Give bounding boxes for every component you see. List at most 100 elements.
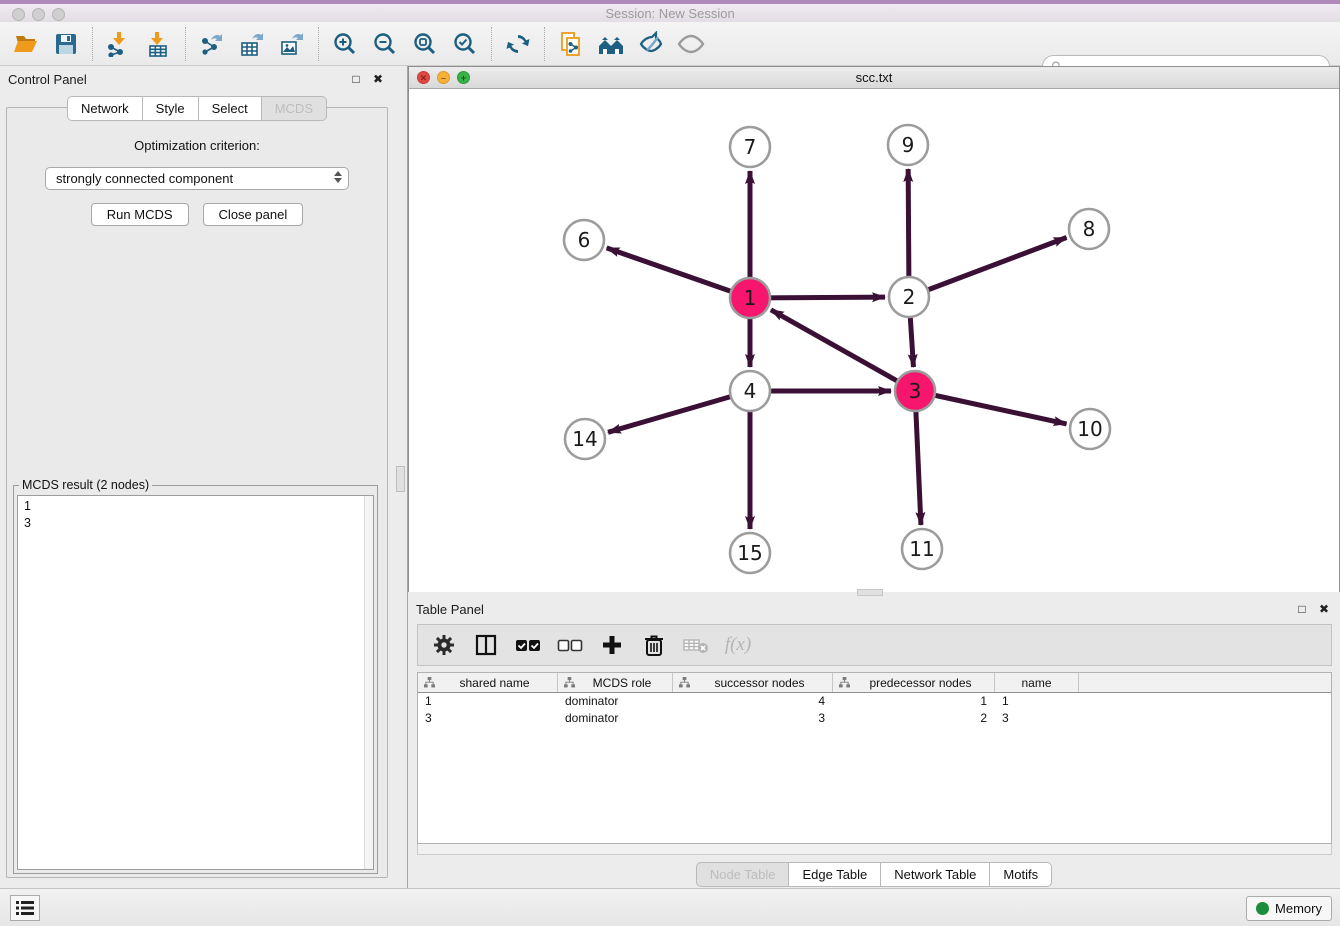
- column-header-filler: [1079, 673, 1331, 692]
- tab-mcds[interactable]: MCDS: [262, 96, 327, 121]
- select-stepper-icon: [334, 171, 342, 183]
- import-network-button[interactable]: [99, 26, 139, 62]
- graph-node-label-6: 6: [578, 228, 591, 252]
- trash-icon: [642, 633, 666, 657]
- checked-boxes-icon: [515, 633, 541, 657]
- column-header-predecessor-nodes[interactable]: predecessor nodes: [833, 673, 995, 692]
- hide-graphics-icon: [638, 31, 664, 57]
- column-header-MCDS-role[interactable]: MCDS role: [558, 673, 673, 692]
- show-panels-button[interactable]: [10, 895, 40, 921]
- table-cell[interactable]: 1: [833, 693, 995, 710]
- column-type-icon: [424, 677, 435, 688]
- function-builder-button[interactable]: f(x): [722, 629, 754, 661]
- horizontal-splitter-grip[interactable]: [857, 589, 883, 596]
- select-all-columns-button[interactable]: [512, 629, 544, 661]
- float-table-panel-icon[interactable]: □: [1294, 601, 1310, 617]
- close-panel-button[interactable]: Close panel: [203, 203, 304, 226]
- fx-icon: f(x): [725, 634, 751, 656]
- save-floppy-icon: [53, 31, 79, 57]
- mcds-result-box[interactable]: 13: [17, 495, 374, 870]
- table-horizontal-scrollbar[interactable]: [417, 844, 1332, 855]
- create-column-button[interactable]: [596, 629, 628, 661]
- show-graphics-details-button[interactable]: [671, 26, 711, 62]
- delete-table-icon: [682, 633, 710, 657]
- table-cell[interactable]: dominator: [558, 710, 673, 727]
- network-canvas[interactable]: 7968124314101511: [409, 89, 1339, 592]
- toggle-column-view-button[interactable]: [470, 629, 502, 661]
- table-cell[interactable]: 2: [833, 710, 995, 727]
- zoom-selected-button[interactable]: [445, 26, 485, 62]
- column-header-label: shared name: [459, 676, 529, 690]
- run-mcds-button[interactable]: Run MCDS: [91, 203, 189, 226]
- tab-network-table[interactable]: Network Table: [881, 862, 990, 887]
- table-cell[interactable]: dominator: [558, 693, 673, 710]
- graph-edge-3-1[interactable]: [771, 310, 915, 391]
- network-view-window: ✕ – + scc.txt 7968124314101511: [408, 66, 1340, 592]
- tab-edge-table[interactable]: Edge Table: [789, 862, 881, 887]
- table-cell[interactable]: 1: [995, 693, 1079, 710]
- column-header-label: MCDS role: [593, 676, 652, 690]
- refresh-button[interactable]: [498, 26, 538, 62]
- close-panel-icon[interactable]: ✖: [370, 71, 386, 87]
- mcds-result-fieldset: MCDS result (2 nodes) 13: [13, 478, 378, 874]
- table-toolbar: f(x): [417, 624, 1332, 666]
- unselect-all-columns-button[interactable]: [554, 629, 586, 661]
- export-image-button[interactable]: [272, 26, 312, 62]
- open-session-button[interactable]: [6, 26, 46, 62]
- export-image-icon: [279, 31, 305, 57]
- zoom-fit-button[interactable]: [405, 26, 445, 62]
- column-header-label: name: [1021, 676, 1051, 690]
- delete-table-button[interactable]: [680, 629, 712, 661]
- close-table-panel-icon[interactable]: ✖: [1316, 601, 1332, 617]
- graph-edge-3-10[interactable]: [915, 391, 1067, 424]
- table-cell[interactable]: 3: [995, 710, 1079, 727]
- tab-style[interactable]: Style: [143, 96, 199, 121]
- tab-network[interactable]: Network: [67, 96, 143, 121]
- zoom-in-icon: [332, 31, 358, 57]
- graph-node-label-11: 11: [909, 537, 934, 561]
- table-row[interactable]: 1dominator411: [418, 693, 1331, 710]
- mcds-result-title: MCDS result (2 nodes): [19, 478, 152, 492]
- zoom-in-button[interactable]: [325, 26, 365, 62]
- table-cell[interactable]: 3: [673, 710, 833, 727]
- column-header-name[interactable]: name: [995, 673, 1079, 692]
- mcds-result-line: 1: [24, 498, 367, 515]
- graph-edge-4-14[interactable]: [608, 391, 750, 432]
- status-bar: Memory: [0, 888, 1340, 926]
- column-header-shared-name[interactable]: shared name: [418, 673, 558, 692]
- tab-select[interactable]: Select: [199, 96, 262, 121]
- duplicate-network-button[interactable]: [551, 26, 591, 62]
- graph-node-label-14: 14: [572, 427, 597, 451]
- column-type-icon: [679, 677, 690, 688]
- table-cell[interactable]: 4: [673, 693, 833, 710]
- column-header-successor-nodes[interactable]: successor nodes: [673, 673, 833, 692]
- optimization-criterion-select[interactable]: strongly connected component: [45, 167, 349, 190]
- zoom-out-icon: [372, 31, 398, 57]
- tab-motifs[interactable]: Motifs: [990, 862, 1052, 887]
- delete-column-button[interactable]: [638, 629, 670, 661]
- table-cell[interactable]: 3: [418, 710, 558, 727]
- toolbar-divider: [318, 27, 319, 61]
- export-network-button[interactable]: [192, 26, 232, 62]
- home-layout-button[interactable]: [591, 26, 631, 62]
- export-table-button[interactable]: [232, 26, 272, 62]
- eye-icon: [677, 31, 705, 57]
- graph-edge-1-6[interactable]: [607, 248, 750, 298]
- result-scrollbar[interactable]: [364, 496, 373, 869]
- save-session-button[interactable]: [46, 26, 86, 62]
- table-cell[interactable]: 1: [418, 693, 558, 710]
- refresh-icon: [505, 31, 531, 57]
- table-settings-button[interactable]: [428, 629, 460, 661]
- graph-node-label-1: 1: [744, 286, 757, 310]
- graph-node-label-8: 8: [1083, 217, 1096, 241]
- table-row[interactable]: 3dominator323: [418, 710, 1331, 727]
- hide-graphics-button[interactable]: [631, 26, 671, 62]
- float-panel-icon[interactable]: □: [348, 71, 364, 87]
- graph-edge-2-8[interactable]: [909, 237, 1067, 297]
- import-table-button[interactable]: [139, 26, 179, 62]
- splitter-grip[interactable]: [396, 466, 405, 492]
- tab-node-table[interactable]: Node Table: [696, 862, 790, 887]
- vertical-splitter[interactable]: [394, 66, 408, 888]
- memory-button[interactable]: Memory: [1246, 896, 1332, 921]
- zoom-out-button[interactable]: [365, 26, 405, 62]
